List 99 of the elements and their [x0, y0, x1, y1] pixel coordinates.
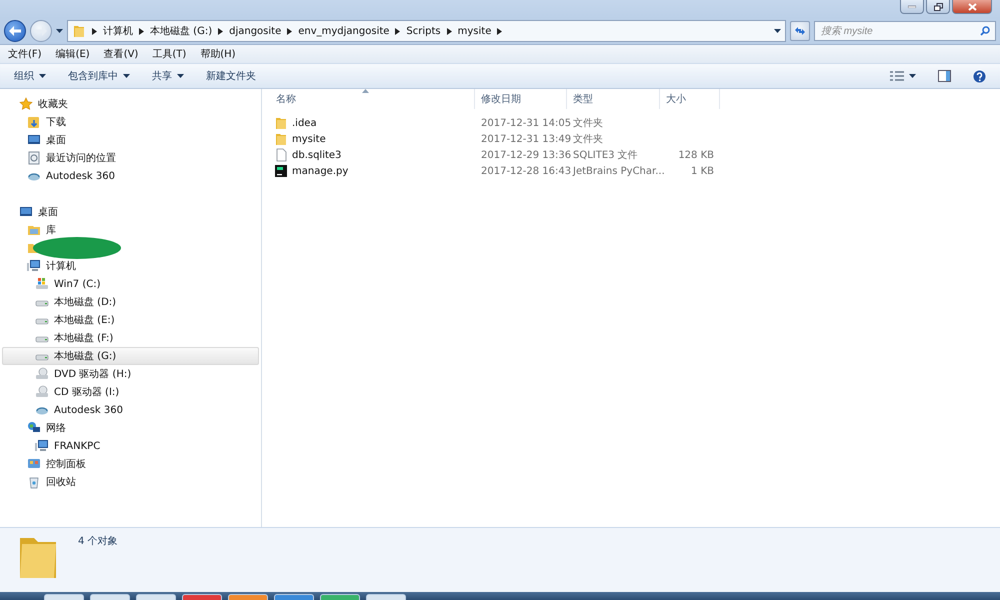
help-button[interactable]: [973, 70, 986, 82]
sidebar-item[interactable]: 本地磁盘 (D:): [2, 293, 259, 311]
back-button[interactable]: [4, 20, 26, 42]
sidebar-item[interactable]: 最近访问的位置: [2, 149, 259, 167]
download-folder-icon: [27, 115, 41, 129]
caret-icon: [177, 74, 184, 78]
sidebar-item[interactable]: 本地磁盘 (E:): [2, 311, 259, 329]
folder-icon: [274, 116, 288, 130]
desktop-icon: [27, 133, 41, 147]
sidebar-item[interactable]: 计算机: [2, 257, 259, 275]
breadcrumb[interactable]: mysite: [458, 26, 492, 36]
breadcrumb[interactable]: env_mydjangosite: [298, 26, 390, 36]
refresh-icon: [794, 26, 806, 36]
breadcrumb[interactable]: 计算机: [103, 24, 133, 38]
computer-icon: [27, 259, 41, 273]
menu-item[interactable]: 编辑(E): [56, 47, 90, 61]
view-list-icon: [890, 71, 904, 81]
menu-item[interactable]: 文件(F): [8, 47, 42, 61]
system-drive-icon: [35, 277, 49, 291]
sort-arrow-icon: [362, 89, 369, 93]
sidebar-item[interactable]: CD 驱动器 (I:): [2, 383, 259, 401]
folder-icon: [72, 24, 86, 38]
taskbar-button[interactable]: [182, 594, 222, 600]
item-count: 4 个对象: [78, 534, 118, 549]
taskbar-button[interactable]: [274, 594, 314, 600]
sidebar-item[interactable]: Win7 (C:): [2, 275, 259, 293]
preview-pane-button[interactable]: [938, 70, 951, 82]
minimize-button[interactable]: [900, 0, 924, 14]
column-header[interactable]: 名称: [270, 89, 475, 109]
sidebar-item[interactable]: 收藏夹: [2, 95, 259, 113]
chevron-icon: [287, 28, 292, 34]
recent-places-icon: [27, 151, 41, 165]
breadcrumb[interactable]: Scripts: [406, 26, 441, 36]
chevron-icon: [497, 28, 502, 34]
column-header[interactable]: 类型: [567, 89, 660, 109]
toolbar-button[interactable]: 组织: [14, 69, 46, 83]
control-panel-icon: [27, 457, 41, 471]
toolbar-button[interactable]: 共享: [152, 69, 184, 83]
folder-icon: [274, 132, 288, 146]
caret-icon: [123, 74, 130, 78]
sidebar-item[interactable]: Autodesk 360: [2, 401, 259, 419]
sidebar-item[interactable]: DVD 驱动器 (H:): [2, 365, 259, 383]
sidebar-item[interactable]: Autodesk 360: [2, 167, 259, 185]
optical-drive-icon: [35, 367, 49, 381]
minimize-icon: [908, 5, 916, 8]
breadcrumb[interactable]: djangosite: [229, 26, 282, 36]
menu-item[interactable]: 查看(V): [104, 47, 138, 61]
dropdown-caret-icon[interactable]: [774, 29, 781, 33]
sidebar-item[interactable]: 回收站: [2, 473, 259, 491]
sidebar-item[interactable]: FRANKPC: [2, 437, 259, 455]
column-header[interactable]: 大小: [660, 89, 720, 109]
sidebar-item[interactable]: 下载: [2, 113, 259, 131]
chevron-icon: [446, 28, 452, 34]
view-options-button[interactable]: [890, 71, 916, 81]
star-icon: [19, 97, 33, 111]
preview-pane-icon: [938, 70, 951, 82]
toolbar-button[interactable]: 包含到库中: [68, 69, 130, 83]
chevron-icon: [218, 28, 224, 34]
network-icon: [27, 421, 41, 435]
close-icon: [968, 2, 976, 10]
close-button[interactable]: [952, 0, 992, 14]
optical-drive-icon: [35, 385, 49, 399]
file-icon: [274, 148, 288, 162]
column-header[interactable]: 修改日期: [475, 89, 567, 109]
restore-icon: [934, 2, 942, 10]
back-arrow-icon: [9, 26, 21, 36]
recycle-bin-icon: [27, 475, 41, 489]
sidebar-item[interactable]: 网络: [2, 419, 259, 437]
computer-icon: [35, 439, 49, 453]
chevron-icon: [92, 28, 97, 34]
caret-icon: [39, 74, 46, 78]
file-name[interactable]: .idea: [270, 116, 475, 130]
library-icon: [27, 223, 41, 237]
sidebar-item[interactable]: 桌面: [2, 131, 259, 149]
desktop-icon: [19, 205, 33, 219]
menu-item[interactable]: 帮助(H): [200, 47, 236, 61]
sidebar-item[interactable]: 库: [2, 221, 259, 239]
sidebar-item[interactable]: 控制面板: [2, 455, 259, 473]
menu-item[interactable]: 工具(T): [152, 47, 186, 61]
sidebar-item[interactable]: 本地磁盘 (G:): [2, 347, 259, 365]
help-icon: [973, 70, 986, 82]
chevron-icon: [395, 28, 400, 34]
table-cell-text: 128 KB: [677, 150, 715, 160]
refresh-button[interactable]: [790, 21, 810, 41]
restore-button[interactable]: [926, 0, 950, 14]
history-caret-icon[interactable]: [56, 29, 63, 33]
sidebar-item[interactable]: 桌面: [2, 203, 259, 221]
breadcrumb[interactable]: 本地磁盘 (G:): [150, 24, 212, 38]
caret-icon: [909, 74, 916, 78]
file-name[interactable]: db.sqlite3: [270, 148, 475, 162]
search-field[interactable]: 搜索 mysite: [814, 21, 996, 41]
address-bar[interactable]: 计算机 本地磁盘 (G:) djangosite env_mydjangosite Scripts mysite: [67, 20, 786, 42]
file-name[interactable]: manage.py: [270, 164, 475, 178]
search-icon: [980, 26, 990, 36]
file-name[interactable]: mysite: [270, 132, 475, 146]
pycharm-file-icon: [274, 164, 288, 178]
toolbar-button[interactable]: 新建文件夹: [206, 69, 256, 83]
chevron-icon: [139, 28, 144, 34]
sidebar-item[interactable]: 本地磁盘 (F:): [2, 329, 259, 347]
